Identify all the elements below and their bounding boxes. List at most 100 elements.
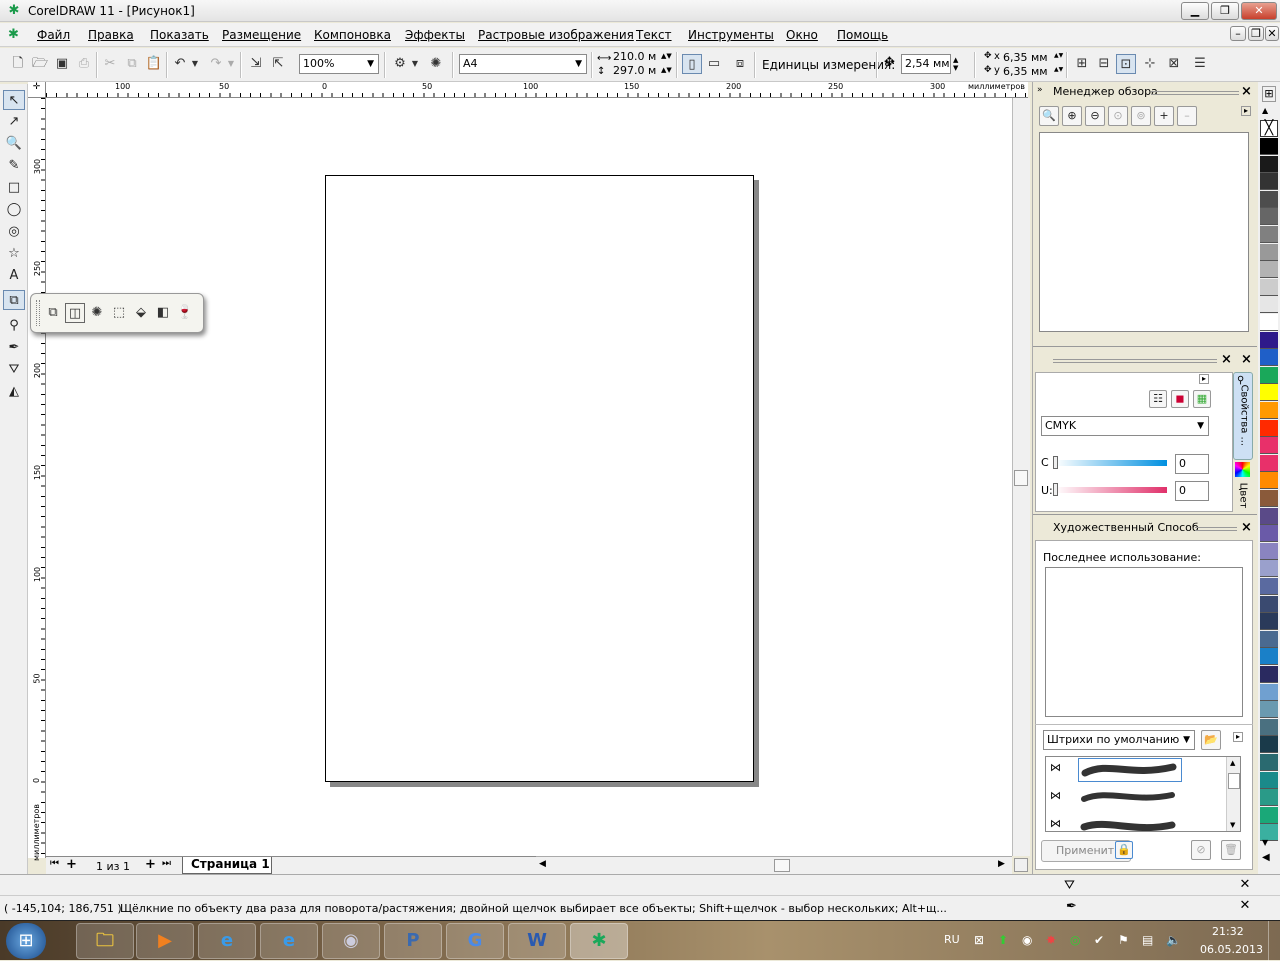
outline-tool-icon[interactable]: ✒ [3,338,25,358]
browse-folder-icon[interactable]: 📂 [1201,730,1221,750]
color-swatch[interactable] [1260,771,1278,789]
action-center-icon[interactable]: ⚑ [1118,933,1129,947]
page-height-field[interactable]: 297.0 м [610,65,660,79]
horizontal-ruler[interactable]: 100 50 0 50 100 150 200 250 300 миллимет… [46,82,1028,98]
tray-icon[interactable]: ⬆ [998,933,1008,947]
color-swatch[interactable] [1260,789,1278,807]
eyedropper-tool-icon[interactable]: ⚲ [3,316,25,336]
recent-strokes-list[interactable] [1045,567,1243,717]
clock-time[interactable]: 21:32 [1212,925,1244,938]
menu-layout[interactable]: Размещение [222,28,301,42]
paste-icon[interactable]: 📋 [144,54,164,74]
menu-view[interactable]: Показать [150,28,209,42]
dup-y-spinner[interactable]: ▲▼ [1054,66,1063,73]
paper-type-select[interactable]: A4 ▼ [459,54,587,74]
blend-icon[interactable]: ⧉ [43,303,63,323]
color-swatch[interactable] [1260,683,1278,701]
color-swatch[interactable] [1260,718,1278,736]
palette-expand-icon[interactable]: ◀ [1262,852,1270,863]
nudge-distance-field[interactable]: 2,54 мм [901,54,951,74]
color-swatch[interactable] [1260,701,1278,719]
page-layout-icon[interactable]: ⧈ [730,54,750,74]
color-swatch[interactable] [1260,261,1278,279]
stroke-item[interactable] [1078,785,1182,809]
tab-color[interactable]: Цвет [1233,462,1253,512]
color-model-select[interactable]: CMYK ▼ [1041,416,1209,436]
snap-to-guidelines-icon[interactable]: ⊟ [1094,54,1114,74]
close-icon[interactable]: × [1241,520,1252,535]
stroke-item[interactable] [1078,813,1182,831]
color-swatch[interactable] [1260,472,1278,490]
zoom-all-icon[interactable]: ⊚ [1131,106,1151,126]
drop-shadow-icon[interactable]: ◧ [153,303,173,323]
zoom-out-icon[interactable]: ⊖ [1085,106,1105,126]
p-app-taskbar-icon[interactable]: P [384,923,442,959]
launcher-dropdown-icon[interactable]: ▼ [410,54,420,74]
color-swatch[interactable] [1260,278,1278,296]
doc-close-button[interactable]: ✕ [1265,26,1279,41]
color-swatch[interactable] [1260,542,1278,560]
tray-icon[interactable]: ◉ [1022,933,1032,947]
basic-shapes-tool-icon[interactable]: ☆ [3,244,25,264]
c-slider-thumb[interactable] [1053,456,1058,469]
browser-taskbar-icon[interactable]: ◉ [322,923,380,959]
snap-to-grid-icon[interactable]: ⊞ [1072,54,1092,74]
clock-date[interactable]: 06.05.2013 [1200,943,1263,956]
application-launcher-icon[interactable]: ⚙ [390,54,410,74]
color-swatch[interactable] [1260,490,1278,507]
open-icon[interactable]: 🗁 [30,54,50,74]
interactive-blend-tool-icon[interactable]: ⧉ [3,290,25,310]
tab-properties[interactable]: ⚲ Свойства ... [1233,372,1253,460]
text-tool-icon[interactable]: A [3,266,25,286]
color-swatch[interactable] [1260,454,1278,472]
flyout-arrow-icon[interactable]: ▸ [1241,106,1251,116]
u-value-field[interactable]: 0 [1175,481,1209,501]
color-swatch[interactable] [1260,595,1278,613]
menu-file[interactable]: Файл [37,28,70,42]
color-swatch[interactable] [1260,138,1278,155]
ruler-origin-icon[interactable]: ✛ [28,82,46,98]
coreldraw-taskbar-icon[interactable]: ✱ [570,923,628,959]
scroll-left-icon[interactable]: ◀ [539,859,546,869]
new-icon[interactable]: 🗋 [8,54,28,74]
color-sliders-icon[interactable]: ☷ [1149,390,1167,408]
color-swatch[interactable] [1260,243,1278,261]
height-spinner[interactable]: ▲▼ [661,66,672,74]
scroll-down-icon[interactable]: ▼ [1230,821,1235,829]
flyout-grip[interactable] [36,300,40,326]
transparency-icon[interactable]: 🍷 [175,303,195,323]
stroke-list-scrollbar[interactable]: ▲ ▼ [1226,757,1240,831]
zoom-view-icon[interactable]: 🔍 [1039,106,1059,126]
freehand-tool-icon[interactable]: ✎ [3,156,25,176]
dynamic-guides-icon[interactable]: ⊹ [1140,54,1160,74]
media-player-taskbar-icon[interactable]: ▶ [136,923,194,959]
dup-x-spinner[interactable]: ▲▼ [1054,52,1063,59]
ellipse-tool-icon[interactable]: ◯ [3,200,25,220]
color-swatch[interactable] [1260,525,1278,543]
add-page-after-icon[interactable]: + [145,857,156,872]
remove-view-icon[interactable]: – [1177,106,1197,126]
page-tab[interactable]: Страница 1 [182,857,272,874]
color-swatch[interactable] [1260,190,1278,208]
splitter[interactable] [1033,514,1257,516]
spiral-tool-icon[interactable]: ◎ [3,222,25,242]
fill-tool-icon[interactable]: ⛛ [3,360,25,380]
close-icon[interactable]: × [1241,84,1252,99]
palette-options-icon[interactable]: ⊞ [1262,86,1276,102]
start-button[interactable]: ⊞ [6,923,46,959]
color-palettes-icon[interactable]: ▦ [1193,390,1211,408]
minimize-button[interactable]: ▁ [1181,2,1209,20]
color-swatch[interactable] [1260,208,1278,226]
print-icon[interactable]: ⎙ [74,54,94,74]
width-spinner[interactable]: ▲▼ [661,52,672,60]
menu-edit[interactable]: Правка [88,28,134,42]
zoom-level-select[interactable]: 100% ▼ [299,54,379,74]
tray-icon[interactable]: ✸ [1046,933,1056,947]
corel-online-icon[interactable]: ✺ [426,54,446,74]
vertical-ruler[interactable]: 300 250 200 150 100 50 0 миллиметров [28,98,46,861]
splitter[interactable] [1033,346,1257,348]
flyout-arrow-icon[interactable]: ▸ [1199,374,1209,384]
palette-scroll-down-icon[interactable]: ▼ [1262,838,1268,847]
palette-scroll-up-icon[interactable]: ▲ [1262,106,1268,115]
outline-indicator-icon[interactable]: ✒ [1066,899,1077,914]
